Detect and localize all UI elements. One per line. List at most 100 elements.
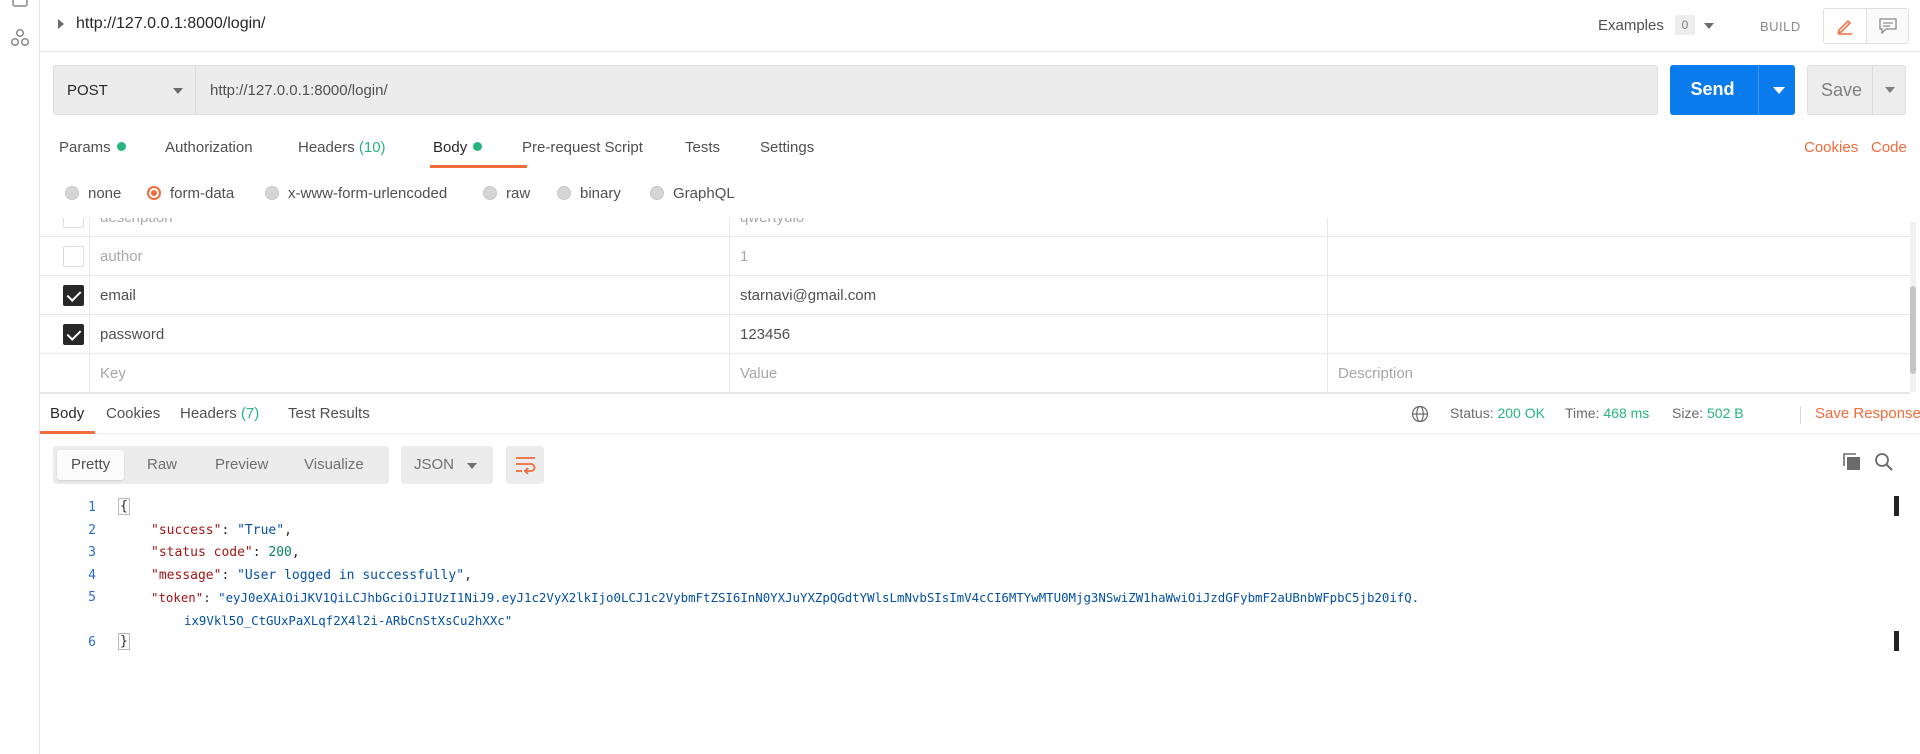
radio-label: raw [506, 185, 531, 202]
description-cell[interactable] [1328, 315, 1910, 354]
globe-icon[interactable] [1411, 405, 1429, 427]
save-response-button[interactable]: Save Response [1815, 405, 1920, 422]
code-scrollbar[interactable] [1893, 496, 1901, 754]
response-headers-count: (7) [240, 405, 260, 422]
apis-icon[interactable] [10, 28, 30, 48]
examples-count-badge: 0 [1675, 15, 1695, 35]
tab-params[interactable]: Params [59, 139, 126, 156]
tab-response-cookies[interactable]: Cookies [106, 405, 160, 422]
table-scrollbar[interactable] [1910, 222, 1916, 392]
tab-response-body[interactable]: Body [50, 405, 84, 422]
row-checkbox[interactable] [63, 246, 84, 267]
edit-mode-button[interactable] [1824, 9, 1867, 43]
build-mode-label[interactable]: BUILD [1760, 19, 1801, 34]
send-divider [1758, 65, 1759, 115]
status-label: Status: [1450, 405, 1494, 421]
key-cell[interactable]: email [90, 276, 730, 315]
table-row: description qwertyuio [40, 218, 1910, 237]
description-cell[interactable] [1328, 276, 1910, 315]
key-cell[interactable]: author [90, 237, 730, 276]
row-checkbox-checked[interactable] [63, 285, 84, 306]
description-cell[interactable] [1328, 237, 1910, 276]
code-line: } [118, 633, 130, 650]
checkbox-cell [40, 354, 90, 393]
request-tabs: Params Authorization Headers (10) Body P… [40, 130, 1920, 170]
search-icon[interactable] [1874, 452, 1898, 476]
table-row: author 1 [40, 237, 1910, 276]
tab-settings[interactable]: Settings [760, 139, 814, 156]
code-line: "status code": 200, [151, 545, 300, 560]
format-select[interactable]: JSON [401, 446, 493, 484]
row-checkbox[interactable] [63, 218, 84, 228]
key-cell[interactable]: description [90, 218, 730, 237]
radio-raw[interactable]: raw [483, 185, 530, 202]
tab-authorization[interactable]: Authorization [165, 139, 253, 156]
time-value: 468 ms [1603, 405, 1650, 421]
request-title[interactable]: http://127.0.0.1:8000/login/ [76, 15, 265, 33]
view-pretty-button[interactable]: Pretty [57, 450, 125, 480]
examples-label[interactable]: Examples [1598, 17, 1664, 34]
value-cell[interactable]: 1 [730, 237, 1328, 276]
examples-dropdown-icon[interactable] [1704, 23, 1714, 29]
key-cell[interactable]: password [90, 315, 730, 354]
url-input[interactable]: http://127.0.0.1:8000/login/ [195, 65, 1658, 115]
collection-icon[interactable] [10, 0, 30, 14]
save-dropdown-icon[interactable] [1885, 87, 1895, 93]
wrap-lines-button[interactable] [506, 446, 544, 484]
send-button[interactable]: Send [1670, 65, 1795, 115]
radio-binary[interactable]: binary [557, 185, 621, 202]
expand-caret-icon[interactable] [58, 19, 64, 29]
scroll-marker [1894, 496, 1899, 516]
json-value: 200 [268, 545, 292, 560]
code-link[interactable]: Code [1871, 139, 1907, 156]
radio-form-data[interactable]: form-data [147, 185, 234, 202]
key-input[interactable]: Key [90, 354, 730, 393]
method-select[interactable]: POST [53, 65, 195, 115]
tab-tests[interactable]: Tests [685, 139, 720, 156]
tab-response-headers[interactable]: Headers (7) [180, 405, 259, 422]
radio-label: GraphQL [673, 185, 735, 202]
active-response-tab-underline [40, 431, 95, 434]
value-cell[interactable]: 123456 [730, 315, 1328, 354]
response-body-code[interactable]: 1 { 2 "success": "True", 3 "status code"… [40, 496, 1890, 754]
comment-icon [1879, 18, 1897, 34]
json-value: "User logged in successfully" [237, 568, 465, 583]
value-input[interactable]: Value [730, 354, 1328, 393]
radio-none[interactable]: none [65, 185, 121, 202]
radio-label: binary [580, 185, 621, 202]
url-value: http://127.0.0.1:8000/login/ [210, 82, 388, 99]
radio-x-www-form-urlencoded[interactable]: x-www-form-urlencoded [265, 185, 447, 202]
radio-dot [557, 186, 571, 200]
send-dropdown-icon[interactable] [1773, 87, 1785, 94]
radio-graphql[interactable]: GraphQL [650, 185, 735, 202]
description-input[interactable]: Description [1328, 354, 1910, 393]
radio-dot [483, 186, 497, 200]
tab-body[interactable]: Body [433, 139, 483, 156]
line-number: 1 [88, 500, 96, 515]
json-key: "message" [151, 568, 222, 583]
form-data-table: description qwertyuio author 1 email sta… [40, 218, 1910, 394]
value-cell[interactable]: qwertyuio [730, 218, 1328, 237]
line-number: 3 [88, 545, 96, 560]
tab-test-results[interactable]: Test Results [288, 405, 370, 422]
cookies-link[interactable]: Cookies [1804, 139, 1858, 156]
description-placeholder: Description [1338, 365, 1414, 382]
value-cell[interactable]: starnavi@gmail.com [730, 276, 1328, 315]
description-cell[interactable] [1328, 218, 1910, 237]
tab-pre-request-script[interactable]: Pre-request Script [522, 139, 643, 156]
save-button[interactable]: Save [1807, 65, 1906, 115]
row-checkbox-checked[interactable] [63, 324, 84, 345]
tab-headers[interactable]: Headers (10) [298, 139, 386, 156]
view-preview-button[interactable]: Preview [201, 450, 282, 480]
radio-dot-selected [147, 186, 161, 200]
table-row: email starnavi@gmail.com [40, 276, 1910, 315]
scrollbar-thumb[interactable] [1910, 286, 1916, 374]
json-key: "success" [151, 523, 222, 538]
comments-mode-button[interactable] [1867, 9, 1908, 43]
view-raw-button[interactable]: Raw [133, 450, 191, 480]
copy-icon[interactable] [1842, 452, 1866, 476]
wrap-lines-icon [516, 457, 536, 474]
size-value: 502 B [1707, 405, 1744, 421]
view-visualize-button[interactable]: Visualize [290, 450, 378, 480]
tab-label: Pre-request Script [522, 139, 643, 156]
